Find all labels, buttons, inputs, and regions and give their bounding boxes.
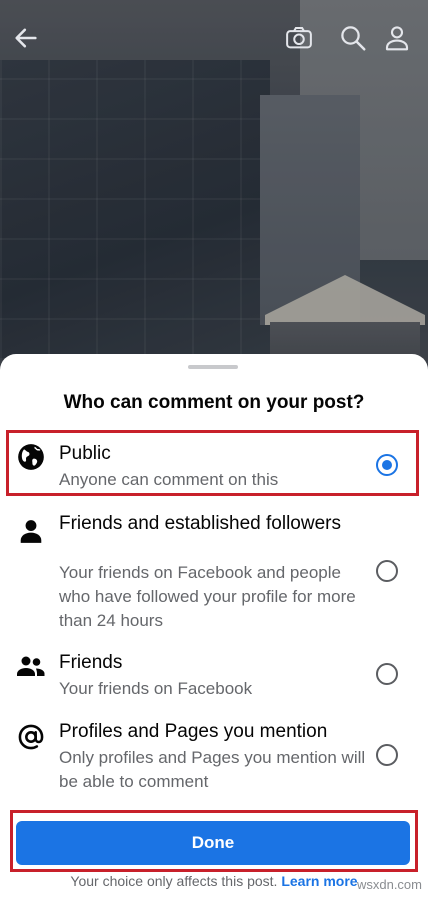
option-title: Friends and established followers [59,513,341,534]
option-description: Your friends on Facebook [59,679,253,698]
top-bar [0,16,428,60]
option-mentioned-profiles[interactable]: Profiles and Pages you mention Only prof… [6,718,422,796]
learn-more-link[interactable]: Learn more [281,873,357,889]
comment-audience-sheet: Who can comment on your post? Public Any… [0,354,428,899]
highlight-box-public [6,430,419,496]
profile-button[interactable] [380,16,414,60]
option-title: Profiles and Pages you mention [59,721,328,742]
person-icon [385,26,409,51]
search-icon [341,26,366,51]
option-title: Friends [59,652,123,673]
footer-text: Your choice only affects this post. [70,873,278,889]
arrow-left-icon [15,28,37,48]
sheet-drag-handle[interactable] [188,365,238,369]
option-friends-and-followers[interactable]: Friends and established followers Your f… [6,510,422,634]
person-icon [16,516,46,546]
radio-friends[interactable] [376,663,398,685]
people-icon [16,651,46,681]
back-button[interactable] [8,16,44,60]
camera-icon [286,27,312,49]
highlight-box-done [10,810,418,872]
radio-friends-and-followers[interactable] [376,560,398,582]
option-description: Your friends on Facebook and people who … [59,563,356,630]
option-friends[interactable]: Friends Your friends on Facebook [6,649,422,705]
sheet-title: Who can comment on your post? [63,392,365,413]
watermark: wsxdn.com [356,877,422,892]
search-button[interactable] [336,16,370,60]
camera-button[interactable] [282,16,316,60]
radio-mentioned-profiles[interactable] [376,744,398,766]
option-description: Only profiles and Pages you mention will… [59,748,366,791]
at-sign-icon [16,722,46,752]
